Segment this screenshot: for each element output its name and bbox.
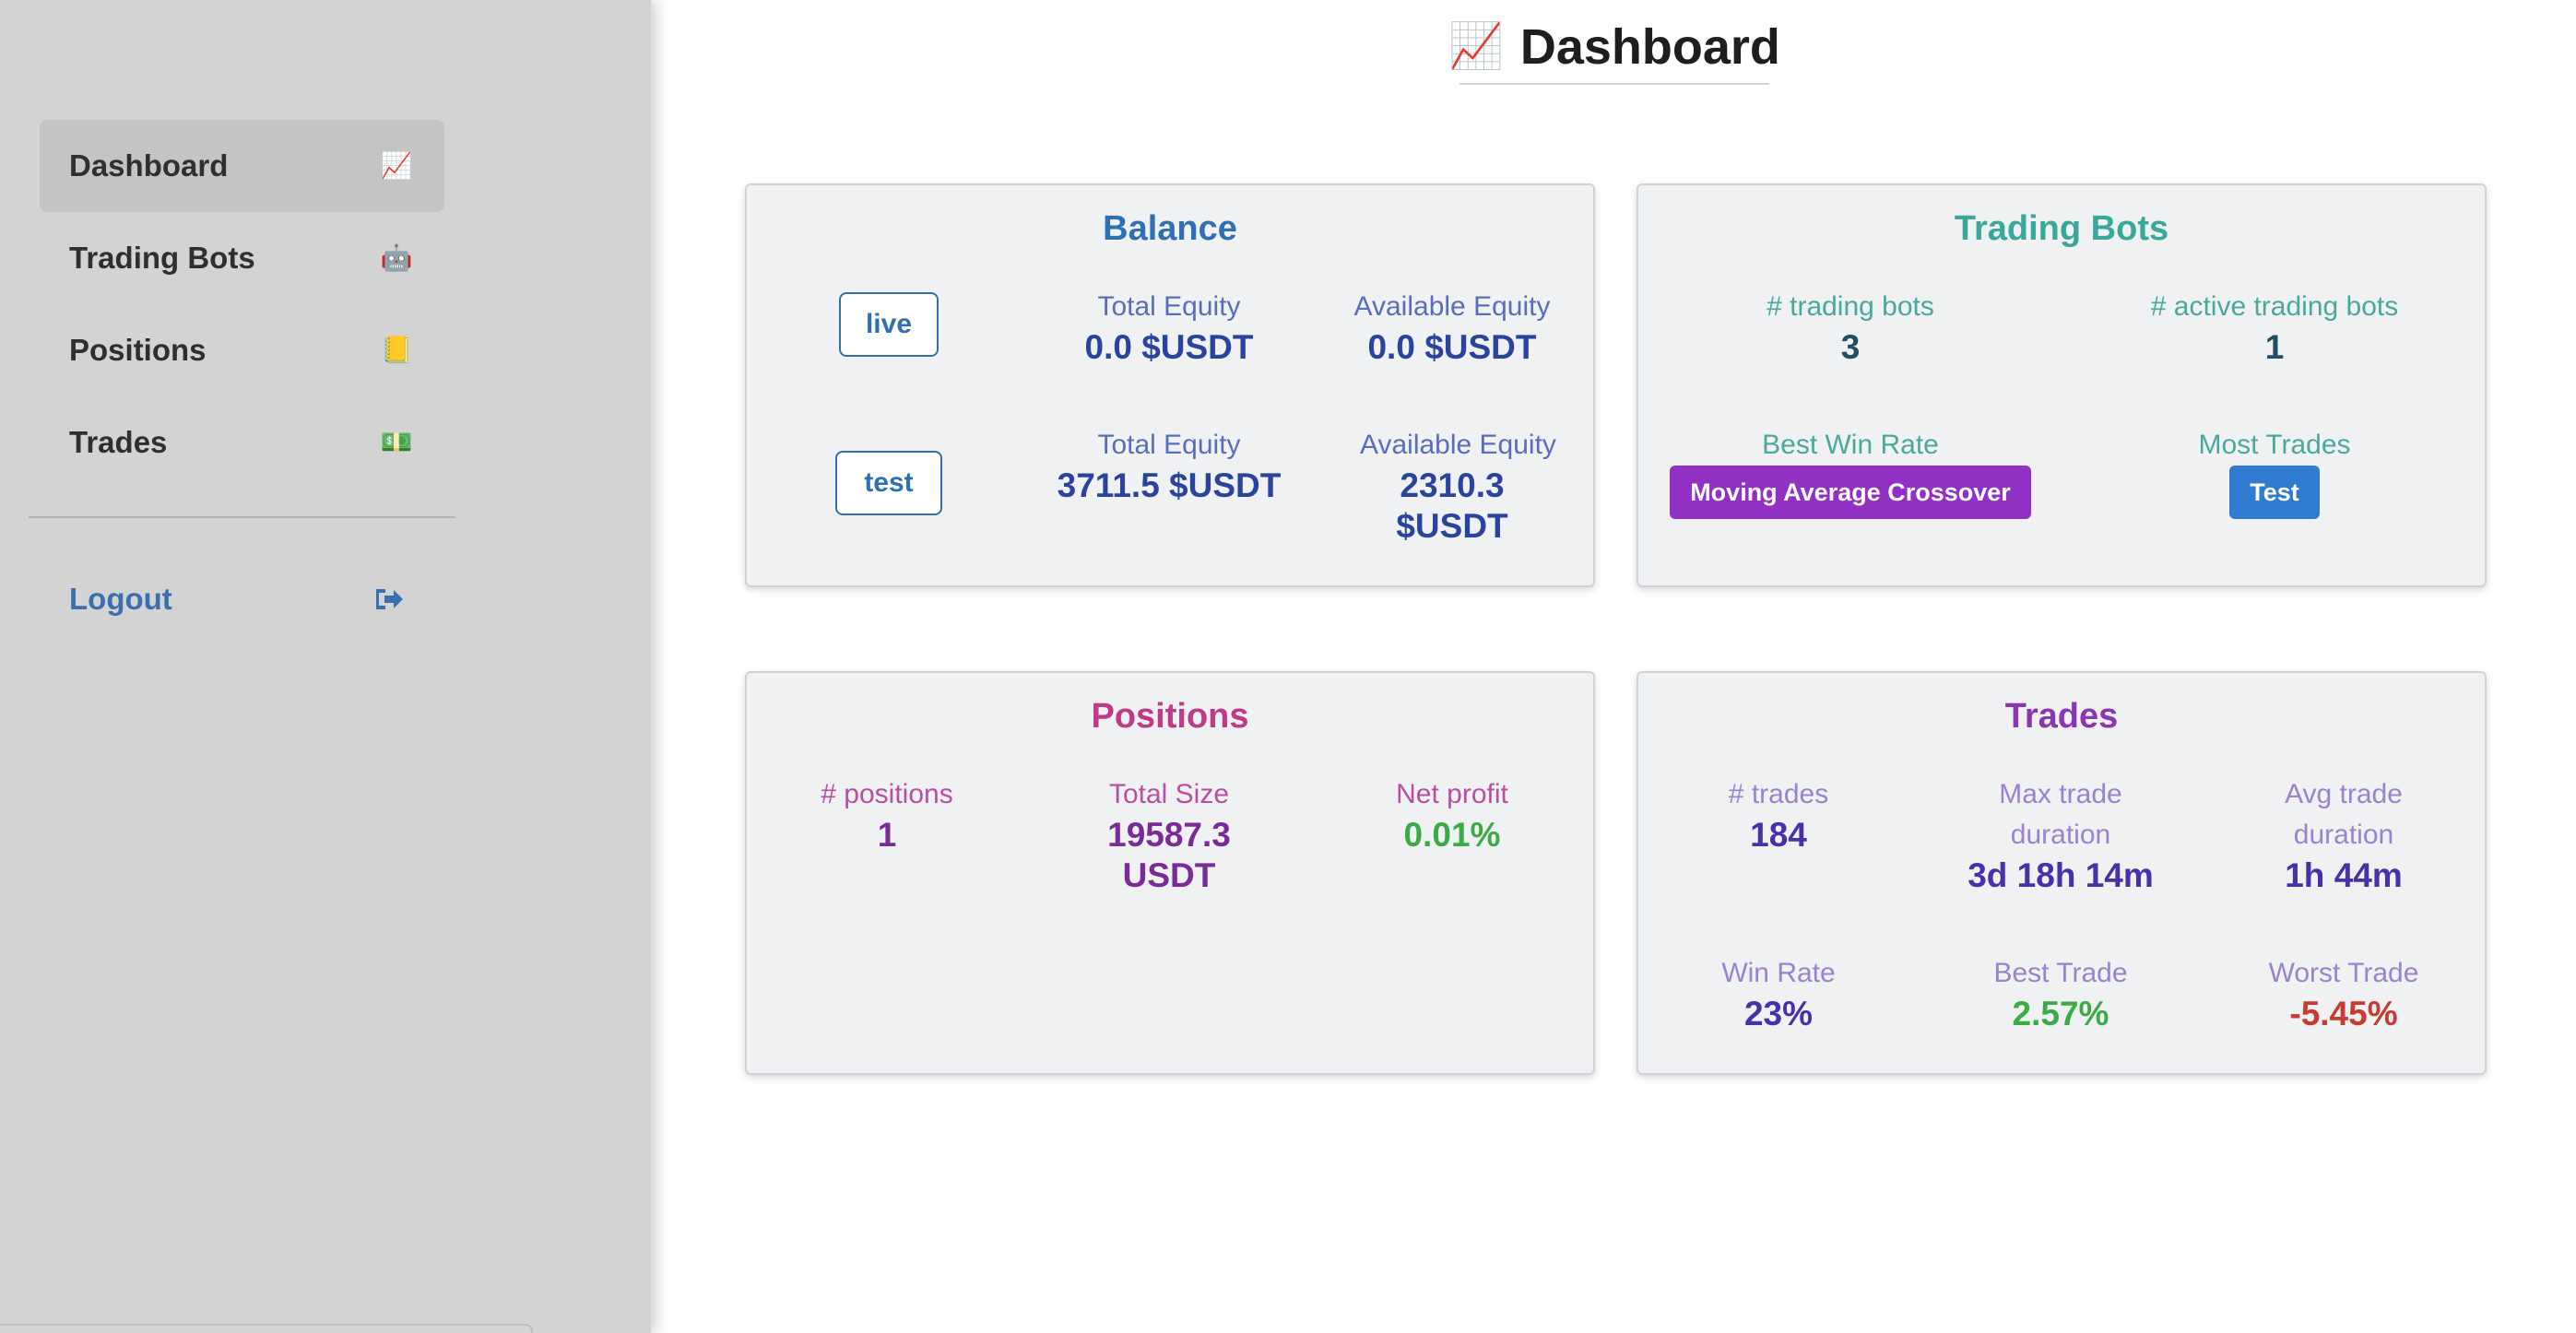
- live-mode-button[interactable]: live: [839, 292, 939, 357]
- win-rate: Win Rate 23%: [1677, 953, 1880, 1034]
- stat-label: Worst Trade: [2268, 958, 2419, 988]
- logout-label: Logout: [69, 582, 172, 616]
- stat-label: Win Rate: [1721, 958, 1836, 988]
- stat-value: 1: [2264, 328, 2285, 366]
- sidebar: Dashboard 📈 Trading Bots 🤖 Positions 📒 T…: [0, 0, 651, 1333]
- live-total-equity: Total Equity 0.0 $USDT: [1084, 287, 1253, 368]
- stat-value: -5.45%: [2289, 995, 2398, 1032]
- stat-value: 23%: [1743, 995, 1814, 1032]
- chart-increasing-icon: 📈: [1448, 22, 1504, 71]
- stat-value: 0.01%: [1403, 816, 1501, 854]
- sidebar-item-positions[interactable]: Positions 📒: [40, 304, 444, 396]
- page-header: 📈 Dashboard: [1448, 11, 1780, 85]
- stat-label: # trades: [1728, 779, 1829, 809]
- stat-label: Total Equity: [1097, 291, 1241, 322]
- trading-bots-card: Trading Bots # trading bots 3 # active t…: [1637, 183, 2487, 587]
- stat-label: Total Equity: [1097, 430, 1241, 460]
- stat-value: 1h 44m: [2285, 856, 2403, 894]
- sidebar-item-label: Dashboard: [69, 148, 229, 183]
- live-available-equity: Available Equity 0.0 $USDT: [1332, 287, 1572, 368]
- total-size: Total Size 19587.3 USDT: [1086, 774, 1252, 896]
- test-total-equity: Total Equity 3711.5 $USDT: [1049, 425, 1289, 506]
- trade-count: # trades 184: [1677, 774, 1880, 855]
- stat-value: 1: [877, 816, 897, 854]
- sign-out-icon: [372, 583, 406, 616]
- best-trade: Best Trade 2.57%: [1955, 953, 2167, 1034]
- ledger-icon: 📒: [380, 336, 413, 364]
- page-title: Dashboard: [1519, 19, 1780, 75]
- stat-label: Best Win Rate: [1762, 430, 1939, 460]
- sidebar-item-trades[interactable]: Trades 💵: [40, 396, 444, 489]
- positions-title: Positions: [1091, 697, 1249, 736]
- avg-trade-duration: Avg trade duration 1h 44m: [2251, 774, 2436, 896]
- stat-value: 0.0 $USDT: [1084, 328, 1254, 366]
- best-win-rate-bot-badge[interactable]: Moving Average Crossover: [1670, 466, 2031, 519]
- most-trades-bot-badge[interactable]: Test: [2229, 466, 2320, 519]
- stat-value: 2310.3 $USDT: [1396, 466, 1508, 545]
- stat-label: Net profit: [1396, 779, 1508, 809]
- active-bot-count: # active trading bots 1: [2081, 287, 2468, 368]
- sidebar-divider: [29, 516, 455, 518]
- stat-value: 3d 18h 14m: [1967, 856, 2154, 894]
- sidebar-bottom-edge: [0, 1324, 533, 1333]
- trades-title: Trades: [2004, 697, 2119, 736]
- balance-title: Balance: [1103, 209, 1237, 248]
- chart-increasing-icon: 📈: [380, 151, 413, 180]
- stat-label: Most Trades: [2198, 430, 2351, 460]
- best-win-rate: Best Win Rate Moving Average Crossover: [1657, 425, 2044, 519]
- bot-count: # trading bots 3: [1703, 287, 1998, 368]
- stat-label: Best Trade: [1993, 958, 2128, 988]
- stat-value: 2.57%: [2012, 995, 2109, 1032]
- money-icon: 💵: [380, 428, 413, 456]
- stat-label: Available Equity: [1360, 430, 1556, 460]
- most-trades: Most Trades Test: [2127, 425, 2422, 519]
- stat-label: # positions: [821, 779, 953, 809]
- balance-card: Balance live Total Equity 0.0 $USDT Avai…: [745, 183, 1595, 587]
- stat-label: Avg trade duration: [2285, 779, 2403, 850]
- stat-value: 3: [1840, 328, 1861, 366]
- worst-trade: Worst Trade -5.45%: [2233, 953, 2454, 1034]
- sidebar-item-label: Trades: [69, 425, 168, 459]
- sidebar-item-label: Positions: [69, 333, 207, 367]
- trading-bots-title: Trading Bots: [1954, 209, 2169, 248]
- stat-label: Total Size: [1108, 779, 1230, 809]
- positions-card: Positions # positions 1 Total Size 19587…: [745, 671, 1595, 1075]
- stat-value: 184: [1750, 816, 1807, 854]
- robot-icon: 🤖: [380, 243, 413, 272]
- stat-label: # active trading bots: [2150, 291, 2399, 322]
- stat-value: 3711.5 $USDT: [1057, 466, 1282, 504]
- stat-value: 19587.3 USDT: [1107, 816, 1231, 894]
- sidebar-item-trading-bots[interactable]: Trading Bots 🤖: [40, 212, 444, 304]
- position-count: # positions 1: [767, 774, 1007, 855]
- trades-card: Trades # trades 184 Max trade duration 3…: [1637, 671, 2487, 1075]
- stat-label: # trading bots: [1767, 291, 1934, 322]
- test-mode-button[interactable]: test: [835, 451, 942, 515]
- test-available-equity: Available Equity 2310.3 $USDT: [1360, 425, 1556, 547]
- logout-button[interactable]: Logout: [40, 553, 444, 645]
- stat-label: Available Equity: [1353, 291, 1551, 322]
- net-profit: Net profit 0.01%: [1341, 774, 1563, 855]
- stat-value: 0.0 $USDT: [1367, 328, 1537, 366]
- sidebar-item-label: Trading Bots: [69, 241, 255, 275]
- stat-label: Max trade duration: [1999, 779, 2122, 850]
- sidebar-item-dashboard[interactable]: Dashboard 📈: [40, 120, 444, 212]
- max-trade-duration: Max trade duration 3d 18h 14m: [1955, 774, 2167, 896]
